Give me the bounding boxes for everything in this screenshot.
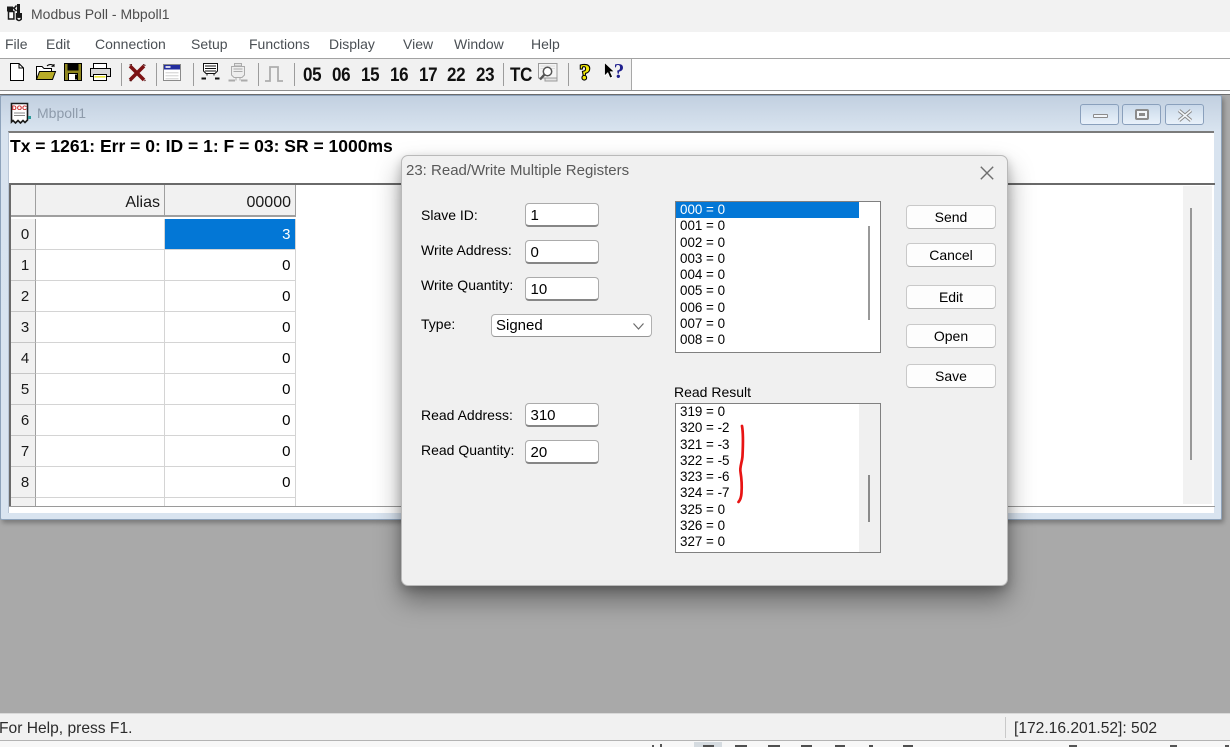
svg-text:DOC: DOC [12,105,27,112]
svg-text:?: ? [580,60,591,85]
svg-text:?: ? [614,59,625,83]
